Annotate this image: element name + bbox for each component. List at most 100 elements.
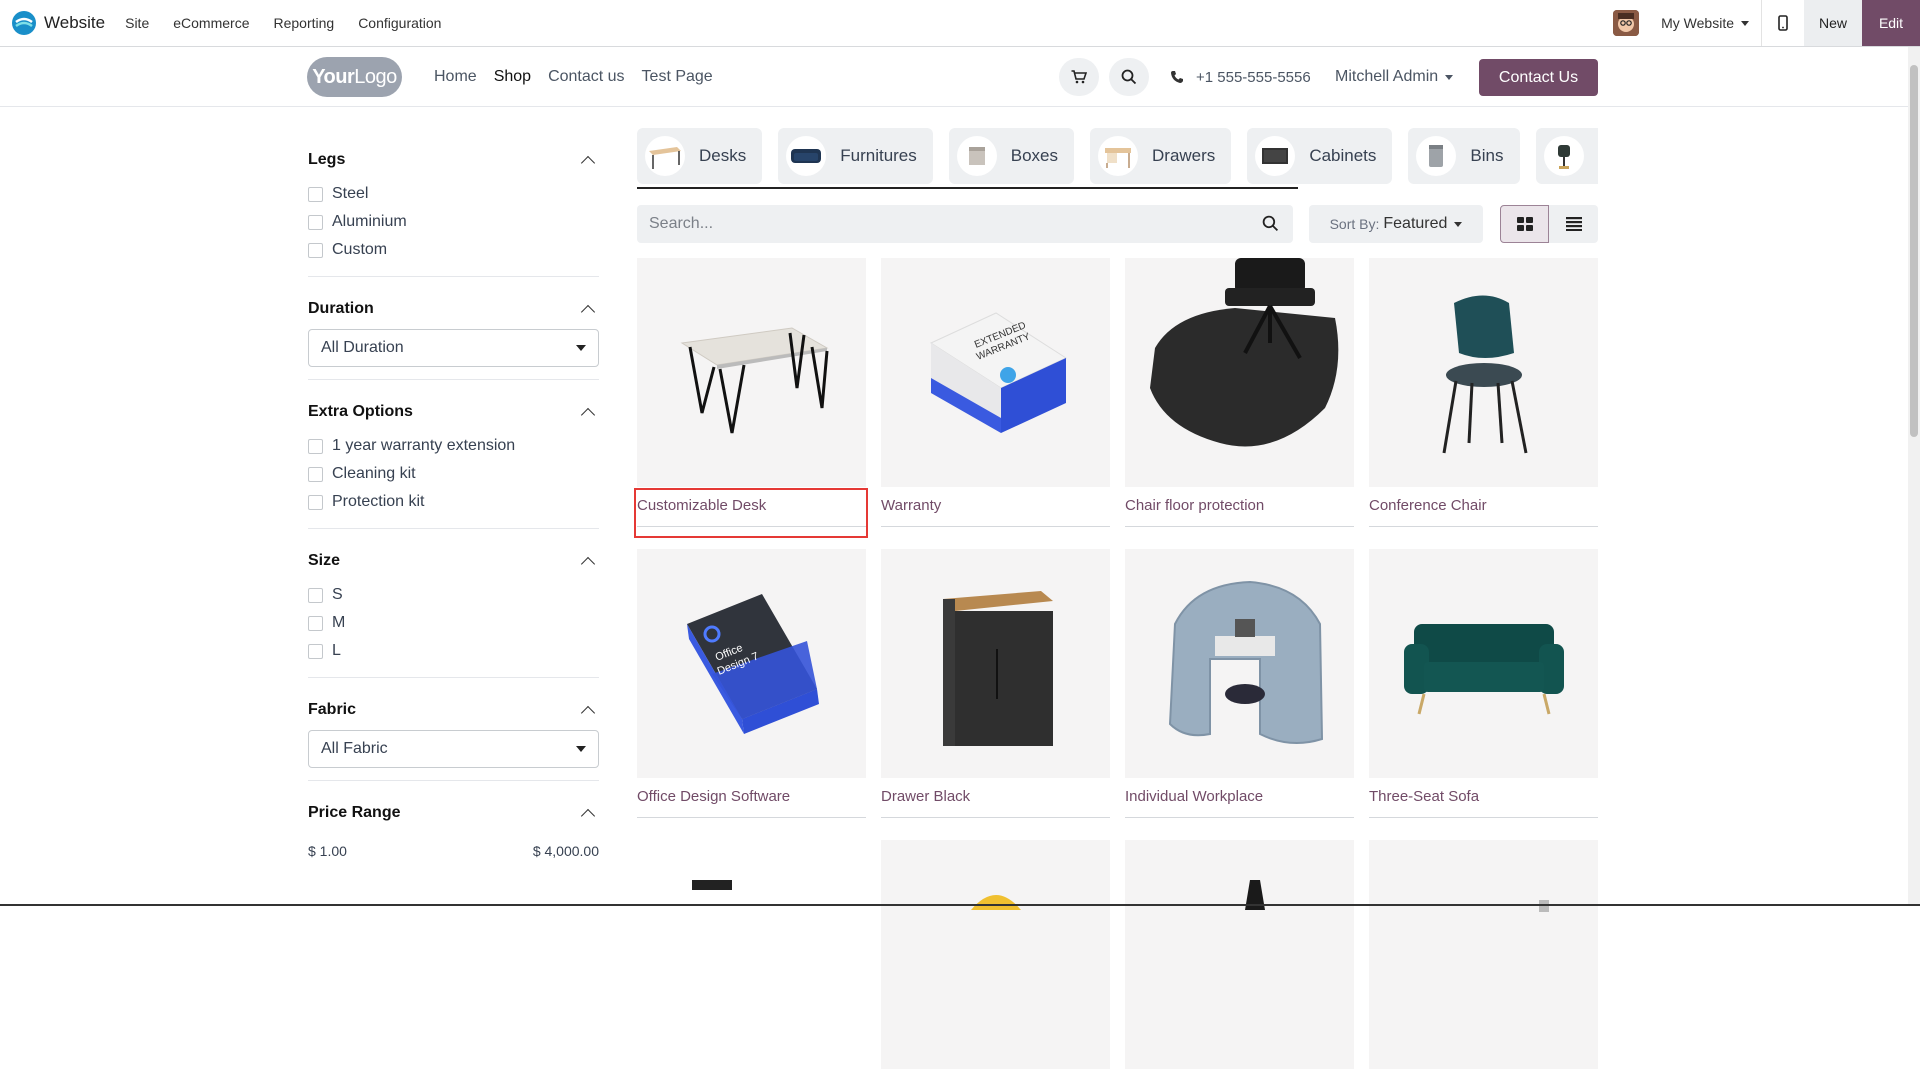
category-label: Bins <box>1470 146 1504 165</box>
sort-dropdown[interactable]: Sort By: Featured <box>1309 205 1483 243</box>
product-card[interactable]: Conference Chair <box>1369 258 1598 527</box>
product-name[interactable]: Office Design Software <box>637 788 866 818</box>
product-card[interactable]: Individual Workplace <box>1125 549 1354 818</box>
filter-size-header[interactable]: Size <box>308 549 599 573</box>
nav-contact-us[interactable]: Contact us <box>548 68 624 86</box>
checkbox[interactable] <box>308 438 323 454</box>
website-app-logo[interactable]: Website <box>12 11 105 35</box>
product-image-partial[interactable] <box>1125 840 1354 1069</box>
product-image-partial[interactable] <box>1369 840 1598 1069</box>
product-name[interactable]: Warranty <box>881 497 1110 527</box>
product-card[interactable]: Drawer Black <box>881 549 1110 818</box>
filter-duration-header[interactable]: Duration <box>308 297 599 321</box>
product-name[interactable]: Conference Chair <box>1369 497 1598 527</box>
category-carousel[interactable]: Desks Furnitures Boxes Drawers Cabinets <box>637 128 1598 184</box>
product-image-conference-chair[interactable] <box>1369 258 1598 487</box>
product-name[interactable]: Drawer Black <box>881 788 1110 818</box>
checkbox-size-l[interactable]: L <box>308 637 599 665</box>
product-search[interactable] <box>637 205 1293 243</box>
nav-home[interactable]: Home <box>434 68 477 86</box>
site-logo[interactable]: Your Logo <box>307 57 402 97</box>
checkbox-size-s[interactable]: S <box>308 581 599 609</box>
checkbox-label: Steel <box>332 185 369 202</box>
category-lamps-partial[interactable] <box>1535 128 1598 184</box>
product-card[interactable] <box>881 840 1110 1069</box>
product-card[interactable]: Office Design 7 Office Design Software <box>637 549 866 818</box>
admin-menu: Site eCommerce Reporting Configuration <box>125 15 465 31</box>
contact-us-button[interactable]: Contact Us <box>1479 59 1598 96</box>
checkbox[interactable] <box>308 643 323 659</box>
filter-extra-header[interactable]: Extra Options <box>308 400 599 424</box>
product-card[interactable]: Three-Seat Sofa <box>1369 549 1598 818</box>
product-image-warranty[interactable]: EXTENDED WARRANTY <box>881 258 1110 487</box>
header-search-button[interactable] <box>1109 58 1149 96</box>
checkbox-custom[interactable]: Custom <box>308 236 599 264</box>
checkbox[interactable] <box>308 214 323 230</box>
page-scrollbar[interactable] <box>1908 47 1920 906</box>
product-image-chair-mat[interactable] <box>1125 258 1354 487</box>
price-min: $ 1.00 <box>308 843 347 859</box>
list-view-button[interactable] <box>1549 205 1598 243</box>
search-icon[interactable] <box>1262 215 1279 232</box>
checkbox-steel[interactable]: Steel <box>308 180 599 208</box>
checkbox[interactable] <box>308 494 323 510</box>
filter-fabric-header[interactable]: Fabric <box>308 698 599 722</box>
menu-ecommerce[interactable]: eCommerce <box>173 15 249 31</box>
website-switcher[interactable]: My Website <box>1661 15 1749 31</box>
checkbox-cleaning-kit[interactable]: Cleaning kit <box>308 460 599 488</box>
nav-test-page[interactable]: Test Page <box>642 68 713 86</box>
cart-button[interactable] <box>1059 58 1099 96</box>
lamp-thumbnail-icon <box>1543 136 1584 176</box>
sofa-thumbnail-icon <box>786 136 827 176</box>
menu-reporting[interactable]: Reporting <box>273 15 334 31</box>
product-name[interactable]: Chair floor protection <box>1125 497 1354 527</box>
checkbox-protection-kit[interactable]: Protection kit <box>308 488 599 516</box>
category-bins[interactable]: Bins <box>1408 128 1520 184</box>
category-boxes[interactable]: Boxes <box>948 128 1075 184</box>
product-card[interactable]: Chair floor protection <box>1125 258 1354 527</box>
product-search-input[interactable] <box>637 215 1237 233</box>
menu-site[interactable]: Site <box>125 15 149 31</box>
category-desks[interactable]: Desks <box>637 128 763 184</box>
checkbox[interactable] <box>308 466 323 482</box>
category-furnitures[interactable]: Furnitures <box>778 128 933 184</box>
fabric-select[interactable]: All Fabric <box>308 730 599 768</box>
edit-button[interactable]: Edit <box>1862 0 1920 46</box>
phone-link[interactable]: +1 555-555-5556 <box>1170 47 1311 107</box>
category-drawers[interactable]: Drawers <box>1090 128 1232 184</box>
grid-view-button[interactable] <box>1500 205 1549 243</box>
product-card[interactable] <box>1125 840 1354 1069</box>
filter-price-header[interactable]: Price Range <box>308 801 599 825</box>
user-avatar[interactable] <box>1613 10 1640 36</box>
checkbox-warranty-extension[interactable]: 1 year warranty extension <box>308 432 599 460</box>
product-image-three-seat-sofa[interactable] <box>1369 549 1598 778</box>
product-image-individual-workplace[interactable] <box>1125 549 1354 778</box>
new-button[interactable]: New <box>1804 0 1862 46</box>
checkbox[interactable] <box>308 587 323 603</box>
product-name[interactable]: Three-Seat Sofa <box>1369 788 1598 818</box>
product-card[interactable] <box>637 840 866 1069</box>
checkbox[interactable] <box>308 242 323 258</box>
product-image-office-software[interactable]: Office Design 7 <box>637 549 866 778</box>
filter-legs-header[interactable]: Legs <box>308 148 599 172</box>
mobile-preview-button[interactable] <box>1762 0 1804 46</box>
product-image-drawer-black[interactable] <box>881 549 1110 778</box>
product-image-partial[interactable] <box>637 840 866 1069</box>
checkbox[interactable] <box>308 615 323 631</box>
product-image-desk[interactable] <box>637 258 866 487</box>
product-card[interactable]: EXTENDED WARRANTY Warranty <box>881 258 1110 527</box>
user-menu[interactable]: Mitchell Admin <box>1335 47 1454 107</box>
checkbox-size-m[interactable]: M <box>308 609 599 637</box>
product-card[interactable] <box>1369 840 1598 1069</box>
checkbox[interactable] <box>308 186 323 202</box>
scrollbar-thumb[interactable] <box>1910 65 1918 437</box>
checkbox-aluminium[interactable]: Aluminium <box>308 208 599 236</box>
menu-configuration[interactable]: Configuration <box>358 15 441 31</box>
nav-shop[interactable]: Shop <box>494 68 531 86</box>
category-cabinets[interactable]: Cabinets <box>1247 128 1393 184</box>
product-image-partial[interactable] <box>881 840 1110 1069</box>
duration-select[interactable]: All Duration <box>308 329 599 367</box>
filter-extra-options: Extra Options 1 year warranty extension … <box>308 400 599 529</box>
product-card[interactable]: Customizable Desk <box>637 258 866 527</box>
product-name[interactable]: Individual Workplace <box>1125 788 1354 818</box>
